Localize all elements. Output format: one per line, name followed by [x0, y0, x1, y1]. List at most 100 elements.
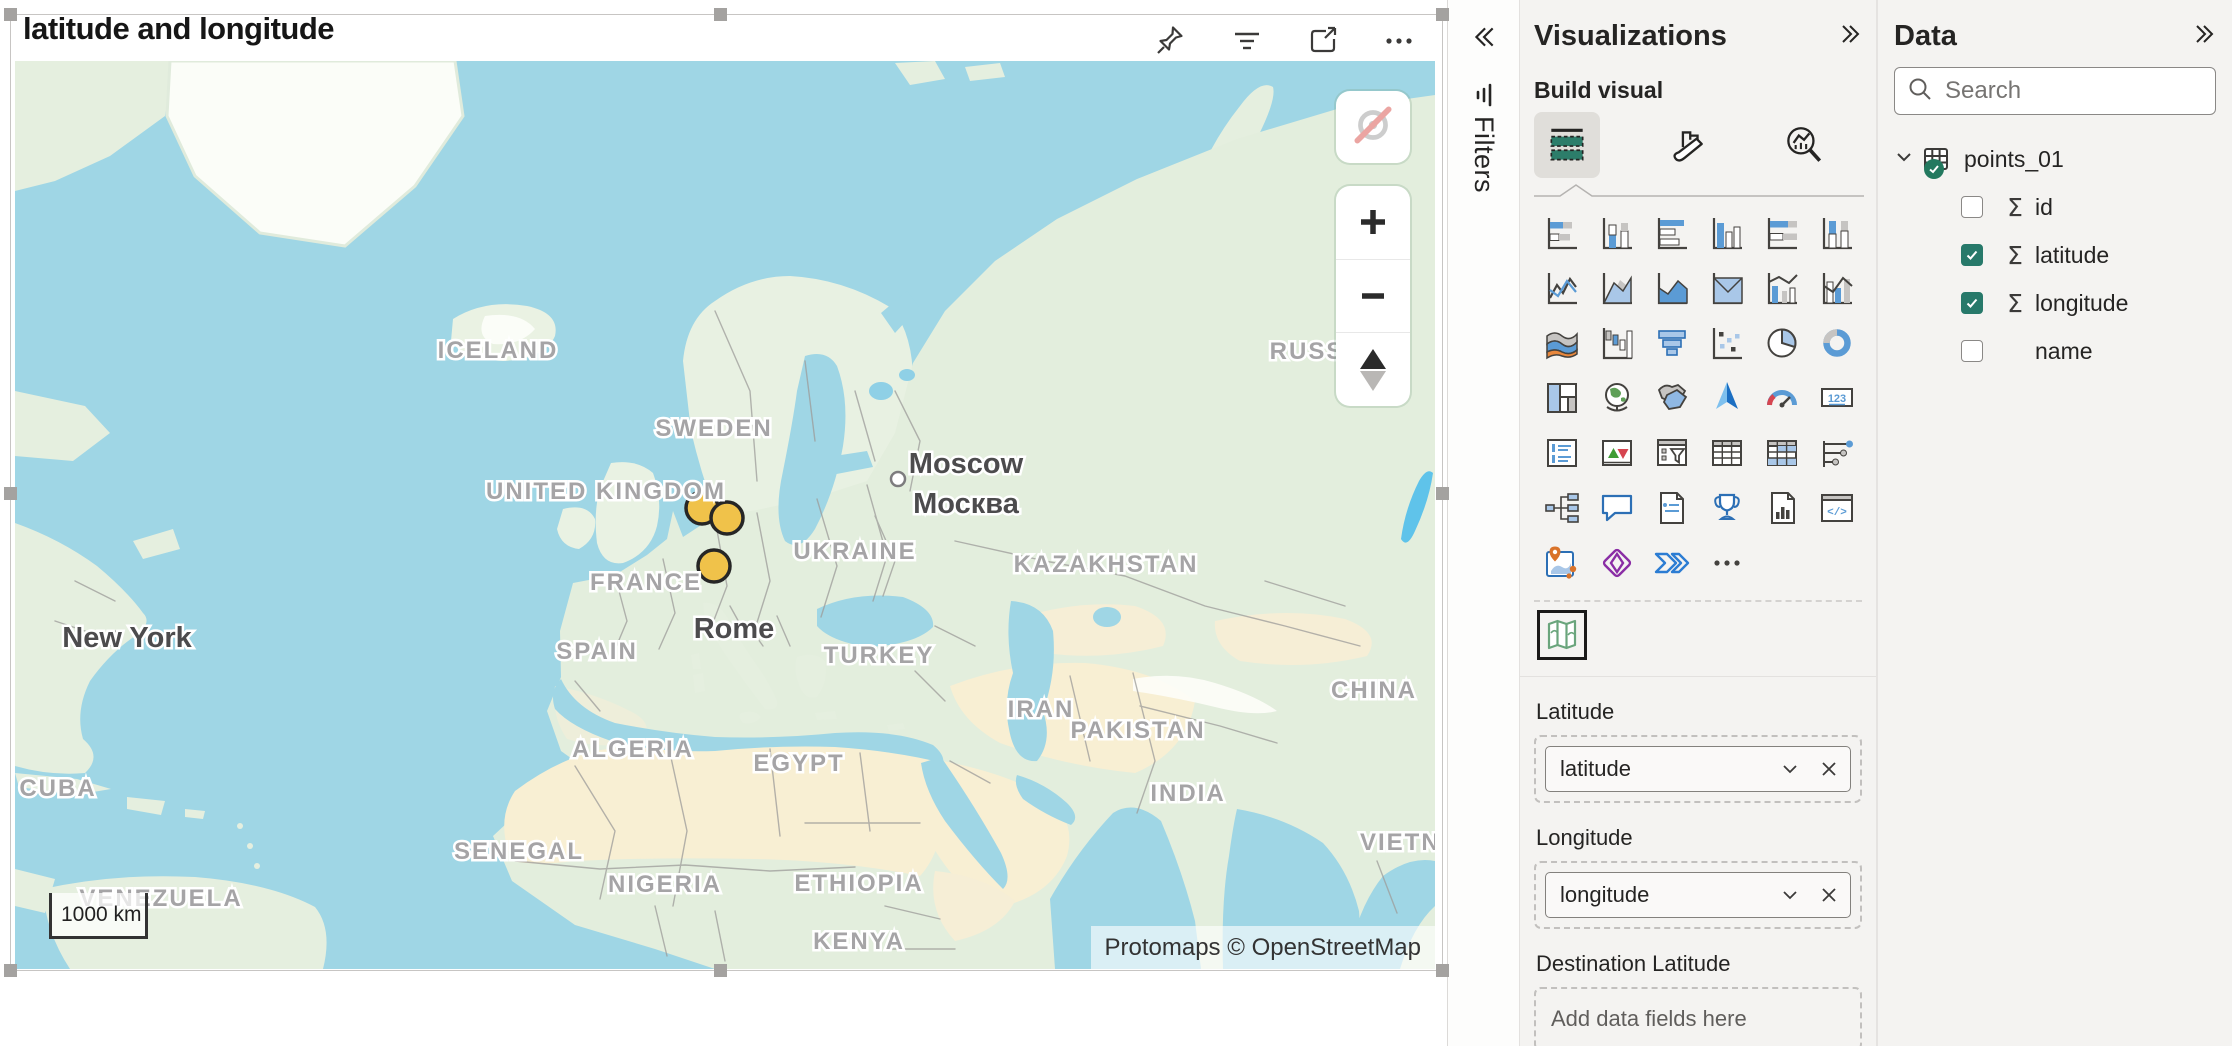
- map-data-point[interactable]: [698, 550, 730, 582]
- multi-row-card-icon[interactable]: [1534, 425, 1589, 480]
- power-automate-icon[interactable]: [1644, 535, 1699, 590]
- resize-handle-top-left[interactable]: [4, 8, 17, 21]
- stacked-column-chart-icon[interactable]: [1589, 205, 1644, 260]
- matrix-icon[interactable]: [1754, 425, 1809, 480]
- map-icon[interactable]: [1589, 370, 1644, 425]
- well-label: Longitude: [1536, 825, 1862, 851]
- search-input[interactable]: Search: [1894, 67, 2216, 115]
- field-well[interactable]: Add data fields here: [1534, 987, 1862, 1046]
- visualizations-pane-title: Visualizations: [1534, 20, 1727, 53]
- metrics-icon[interactable]: [1699, 480, 1754, 535]
- field-well[interactable]: latitude: [1534, 735, 1862, 803]
- stacked-area-chart-icon[interactable]: [1644, 260, 1699, 315]
- remove-field-icon[interactable]: [1820, 886, 1838, 904]
- compass-disabled-button[interactable]: [1336, 91, 1410, 163]
- 100-stacked-area-chart-icon[interactable]: [1699, 260, 1754, 315]
- field-name: name: [2035, 338, 2093, 365]
- remove-field-icon[interactable]: [1820, 760, 1838, 778]
- resize-handle-bottom-left[interactable]: [4, 964, 17, 977]
- power-apps-icon[interactable]: [1589, 535, 1644, 590]
- field-well[interactable]: longitude: [1534, 861, 1862, 929]
- field-row-longitude[interactable]: Σlongitude: [1894, 279, 2216, 327]
- expand-filters-icon[interactable]: [1471, 24, 1497, 55]
- pitch-up-icon[interactable]: [1360, 349, 1386, 369]
- arcgis-map-icon[interactable]: [1534, 535, 1589, 590]
- zoom-out-button[interactable]: [1336, 259, 1410, 333]
- line-stacked-column-chart-icon[interactable]: [1754, 260, 1809, 315]
- more-options-icon[interactable]: [1382, 23, 1416, 57]
- waterfall-chart-icon[interactable]: [1589, 315, 1644, 370]
- field-pill[interactable]: latitude: [1545, 746, 1851, 792]
- card-icon[interactable]: 123: [1809, 370, 1864, 425]
- gauge-icon[interactable]: [1754, 370, 1809, 425]
- collapse-data-icon[interactable]: [2192, 22, 2216, 51]
- field-row-id[interactable]: Σid: [1894, 183, 2216, 231]
- table-icon[interactable]: [1699, 425, 1754, 480]
- smart-narrative-icon[interactable]: [1644, 480, 1699, 535]
- treemap-icon[interactable]: [1534, 370, 1589, 425]
- decomposition-tree-icon[interactable]: [1534, 480, 1589, 535]
- protomaps-map-icon[interactable]: [1537, 610, 1587, 660]
- funnel-chart-icon[interactable]: [1644, 315, 1699, 370]
- slicer-icon[interactable]: [1644, 425, 1699, 480]
- scatter-chart-icon[interactable]: [1699, 315, 1754, 370]
- map-canvas[interactable]: ICELANDSWEDENUNITED KINGDOMRUSSUKRAINEKA…: [15, 61, 1435, 969]
- pitch-down-icon[interactable]: [1360, 371, 1386, 391]
- map-country-label: CUBA: [19, 775, 96, 802]
- search-placeholder: Search: [1945, 77, 2021, 105]
- field-row-latitude[interactable]: Σlatitude: [1894, 231, 2216, 279]
- clustered-bar-chart-icon[interactable]: [1644, 205, 1699, 260]
- chevron-down-icon[interactable]: [1780, 759, 1800, 779]
- field-checkbox[interactable]: [1961, 196, 1983, 218]
- 100-stacked-column-chart-icon[interactable]: [1809, 205, 1864, 260]
- field-checkbox[interactable]: [1961, 292, 1983, 314]
- resize-handle-middle-left[interactable]: [4, 487, 17, 500]
- filled-map-icon[interactable]: [1644, 370, 1699, 425]
- chevron-down-icon[interactable]: [1780, 885, 1800, 905]
- collapse-visualizations-icon[interactable]: [1838, 22, 1862, 51]
- pitch-control[interactable]: [1336, 332, 1410, 406]
- field-row-name[interactable]: name: [1894, 327, 2216, 375]
- resize-handle-middle-right[interactable]: [1436, 487, 1449, 500]
- stacked-bar-chart-icon[interactable]: [1534, 205, 1589, 260]
- area-chart-icon[interactable]: [1589, 260, 1644, 315]
- clustered-column-chart-icon[interactable]: [1699, 205, 1754, 260]
- focus-mode-icon[interactable]: [1306, 23, 1340, 57]
- field-checkbox[interactable]: [1961, 244, 1983, 266]
- map-svg[interactable]: ICELANDSWEDENUNITED KINGDOMRUSSUKRAINEKA…: [15, 61, 1435, 969]
- report-canvas[interactable]: latitude and longitude: [0, 0, 1448, 1046]
- resize-handle-bottom-center[interactable]: [714, 964, 727, 977]
- filters-pane-collapsed[interactable]: Filters: [1448, 0, 1520, 1046]
- qa-icon[interactable]: [1589, 480, 1644, 535]
- tab-format-visual[interactable]: [1652, 112, 1718, 178]
- table-row-points01[interactable]: points_01: [1894, 145, 2216, 173]
- kpi-icon[interactable]: [1589, 425, 1644, 480]
- filter-icon[interactable]: [1230, 23, 1264, 57]
- field-checkbox[interactable]: [1961, 340, 1983, 362]
- button-slicer-icon[interactable]: [1809, 425, 1864, 480]
- azure-map-icon[interactable]: [1699, 370, 1754, 425]
- tab-analytics[interactable]: [1770, 112, 1836, 178]
- zoom-in-button[interactable]: [1336, 186, 1410, 259]
- map-country-label: KENYA: [813, 928, 905, 955]
- more-options-icon[interactable]: [1699, 535, 1754, 590]
- resize-handle-top-center[interactable]: [714, 8, 727, 21]
- sigma-icon: Σ: [1997, 289, 2033, 318]
- map-data-point[interactable]: [711, 502, 743, 534]
- chevron-down-icon[interactable]: [1894, 147, 1914, 172]
- code-visual-icon[interactable]: </>: [1809, 480, 1864, 535]
- field-pill[interactable]: longitude: [1545, 872, 1851, 918]
- resize-handle-top-right[interactable]: [1436, 8, 1449, 21]
- line-chart-icon[interactable]: [1534, 260, 1589, 315]
- map-visual-container[interactable]: latitude and longitude: [10, 14, 1443, 971]
- paginated-report-icon[interactable]: [1754, 480, 1809, 535]
- map-country-label: ICELAND: [438, 337, 559, 364]
- tab-build-visual[interactable]: [1534, 112, 1600, 178]
- 100-stacked-bar-chart-icon[interactable]: [1754, 205, 1809, 260]
- donut-chart-icon[interactable]: [1809, 315, 1864, 370]
- ribbon-chart-icon[interactable]: [1534, 315, 1589, 370]
- pie-chart-icon[interactable]: [1754, 315, 1809, 370]
- pin-icon[interactable]: [1154, 23, 1188, 57]
- resize-handle-bottom-right[interactable]: [1436, 964, 1449, 977]
- line-clustered-column-chart-icon[interactable]: [1809, 260, 1864, 315]
